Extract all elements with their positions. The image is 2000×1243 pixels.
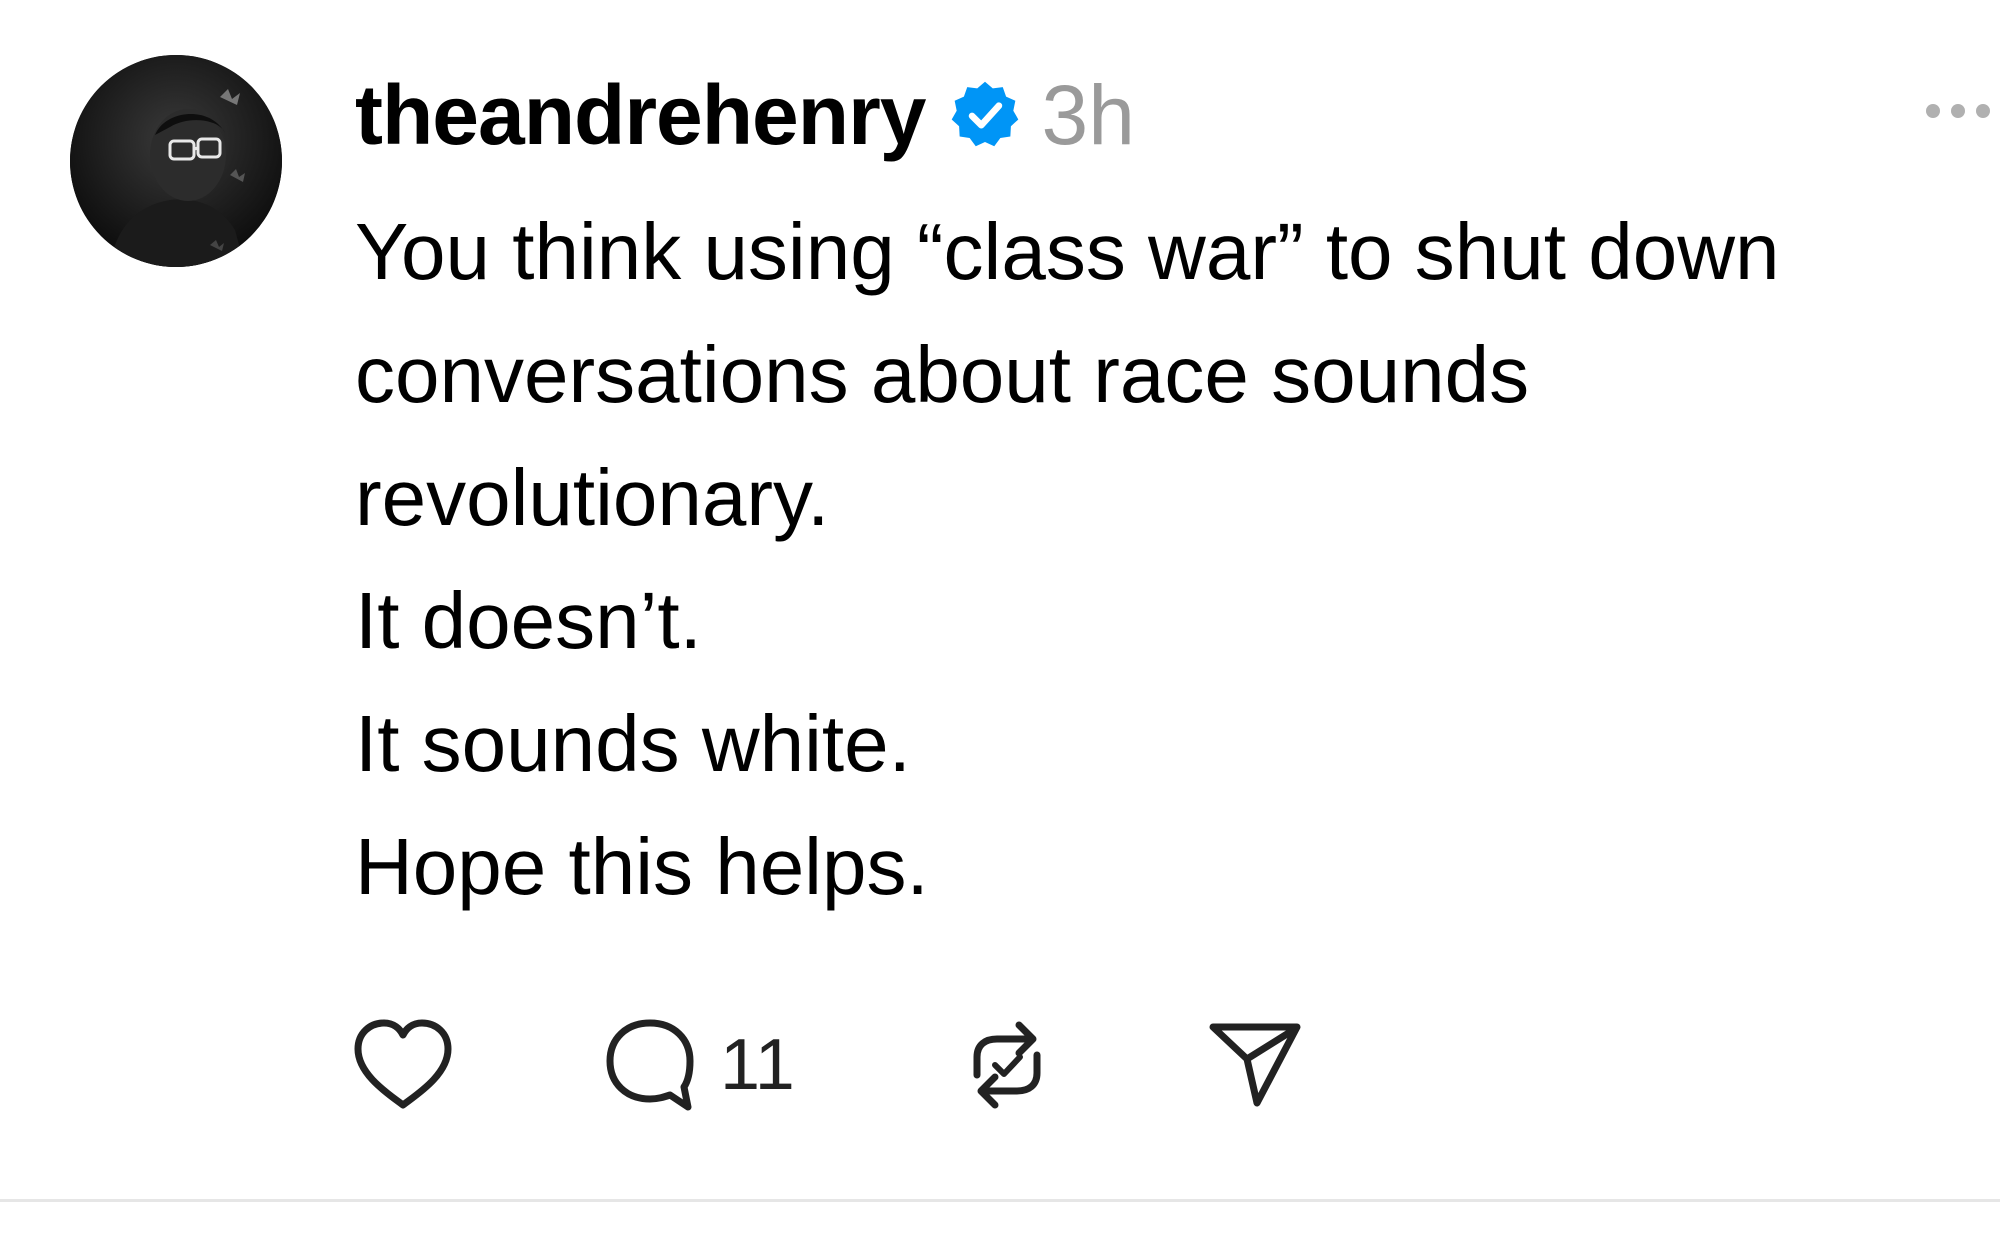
thread-post: theandrehenry 3h You think using “class … [0,0,2000,1243]
share-button[interactable] [1207,1010,1303,1120]
post-body: You think using “class war” to shut down… [355,190,1955,928]
repost-icon [973,1021,1041,1109]
username[interactable]: theandrehenry [355,73,926,157]
post-timestamp: 3h [1041,68,1135,162]
post-body-line: revolutionary. [355,453,830,542]
post-body-line: You think using “class war” to shut down [355,207,1780,296]
post-divider [0,1199,2000,1202]
avatar[interactable] [70,55,282,267]
post-header: theandrehenry 3h [355,60,1135,170]
like-button[interactable] [350,1010,602,1120]
post-body-line: It doesn’t. [355,576,702,665]
heart-icon [354,1019,452,1109]
comment-icon [606,1019,694,1111]
reply-count: 11 [720,1025,795,1105]
send-icon [1209,1023,1301,1107]
post-body-line: conversations about race sounds [355,330,1530,419]
more-horizontal-icon[interactable] [1920,96,2000,126]
post-actions-bar: 11 [350,1010,1303,1120]
repost-button[interactable] [957,1010,1207,1120]
reply-button[interactable]: 11 [602,1010,957,1120]
post-body-line: Hope this helps. [355,822,929,911]
verified-badge-icon [948,78,1022,152]
post-body-line: It sounds white. [355,699,911,788]
